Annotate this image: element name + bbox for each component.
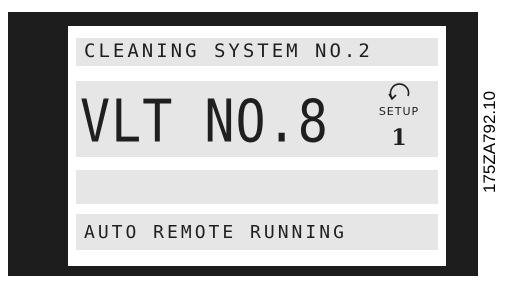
display-line-3	[76, 170, 438, 204]
document-code: 175ZA792.10	[480, 90, 499, 194]
setup-value: 1	[391, 125, 407, 151]
setup-indicator: SETUP 1	[370, 83, 428, 153]
display-line-2: VLT NO.8 SETUP 1	[76, 81, 438, 157]
curved-arrow-icon	[388, 83, 410, 101]
unit-id-text: VLT NO.8	[80, 87, 329, 156]
display-line-1: CLEANING SYSTEM NO.2	[76, 38, 438, 66]
status-text: AUTO REMOTE RUNNING	[84, 222, 347, 243]
setup-label: SETUP	[378, 105, 420, 118]
line-1-text: CLEANING SYSTEM NO.2	[84, 40, 373, 62]
display-line-4: AUTO REMOTE RUNNING	[76, 214, 438, 250]
